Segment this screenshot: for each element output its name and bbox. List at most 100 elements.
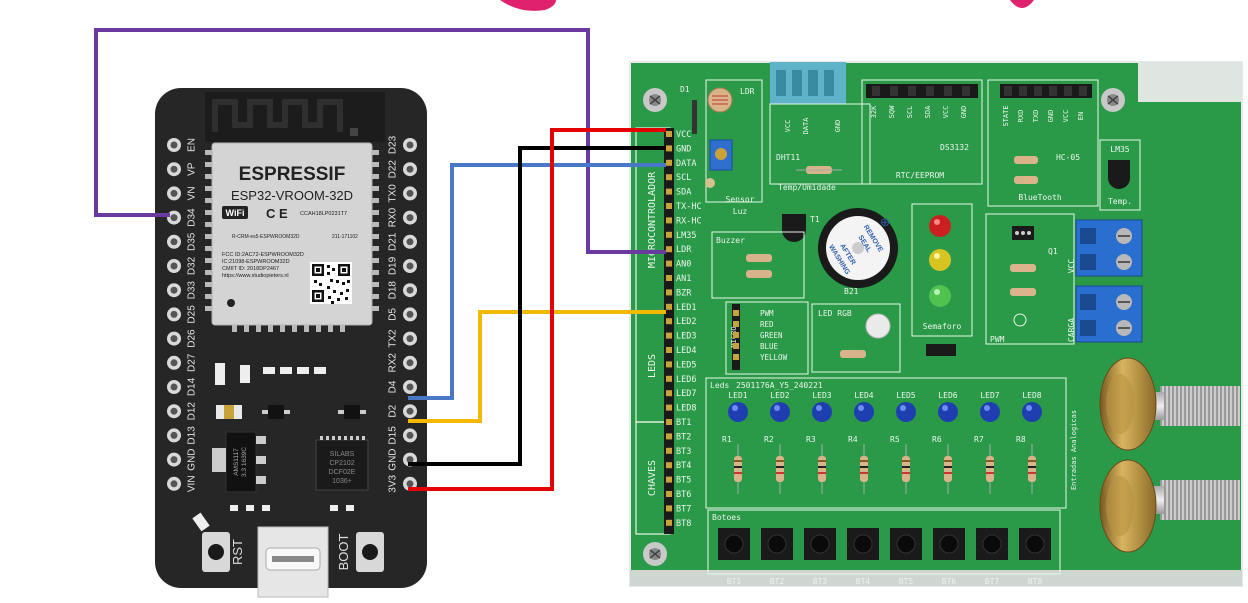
button-label: BT6 (942, 577, 957, 586)
board-pin-label: BT1 (676, 418, 691, 428)
hc05-label: HC-05 (1056, 153, 1080, 162)
buzzer: REMOVE SEAL AFTER WASHING ⊕ (818, 208, 898, 288)
rgb-pin-label: RED (760, 320, 774, 329)
esp32-pin-label: VIN (187, 475, 198, 492)
resistor (818, 456, 826, 482)
ds3132-label: DS3132 (940, 143, 969, 152)
rtc-pin-label: 32K (870, 105, 878, 118)
hc05-pin-label: EN (1077, 112, 1085, 120)
board-pin-label: LED5 (676, 360, 696, 370)
board-pin-label: VCC (676, 130, 691, 140)
usb-chip-line-4: 1036+ (332, 478, 352, 485)
terminal-block-vcc (1075, 219, 1143, 277)
resistor (902, 456, 910, 482)
esp32-pin-label: D22 (388, 160, 399, 179)
buzzer-label: Buzzer (716, 236, 745, 245)
esp32-pin-label: D18 (388, 281, 399, 300)
led-label: LED4 (854, 391, 873, 400)
hc05-pin-label: RXD (1017, 110, 1025, 123)
fcc-label: FCC ID:2AC72-ESPWROOM32D (222, 252, 304, 258)
esp32-pin-label: D32 (187, 256, 198, 275)
button-label: BT5 (899, 577, 914, 586)
group-label-leds: LEDS (647, 354, 658, 378)
wire-blue (408, 163, 666, 400)
resistor (986, 456, 994, 482)
ic-label: IC:21098-ESPWROOM32D (222, 259, 290, 265)
button-label: BT8 (1028, 577, 1043, 586)
esp32-pin-label: 3V3 (388, 474, 399, 492)
regulator-label-2: 3.3 1639C (241, 447, 248, 477)
url-label: https://www.studiopieters.nl (222, 273, 289, 279)
resistor (734, 456, 742, 482)
rgb-pin-label: GREEN (760, 331, 783, 340)
rgb-pin-label: YELLOW (760, 353, 788, 362)
board-pin-label: LED8 (676, 404, 696, 414)
title-fragment-left (500, 0, 556, 11)
esp32-pin-label: D27 (187, 353, 198, 372)
micro-usb-connector (257, 526, 329, 598)
jumper[interactable] (926, 344, 956, 356)
resistor-label: R6 (932, 435, 942, 444)
semaforo-label: Semaforo (923, 322, 962, 331)
temp-umidade-label: Temp/Umidade (778, 183, 836, 192)
board-pin-label: LED4 (676, 346, 696, 356)
board-pin-label: LM35 (676, 231, 696, 241)
id211-label: 211-171102 (332, 234, 358, 240)
led-label: LED5 (896, 391, 915, 400)
board-pin-label: BT6 (676, 490, 691, 500)
entradas-label: Entradas Analogicas (1070, 410, 1078, 490)
rtc-pin-label: GND (960, 106, 968, 119)
rst-label: RST (230, 539, 245, 565)
carga-terminal-label: CARGA (1067, 318, 1076, 342)
transistor-t1 (782, 214, 806, 242)
esp32-pin-label: D21 (388, 232, 399, 251)
dht-pin-data: DATA (802, 117, 810, 135)
resistor (860, 456, 868, 482)
hc05-pin-label: TXD (1032, 110, 1040, 123)
button-label: BT7 (985, 577, 1000, 586)
board-pin-label: GND (676, 144, 691, 154)
leds-title: Leds (710, 381, 729, 390)
board-pin-label: LED3 (676, 332, 696, 342)
module-name: ESP32-VROOM-32D (231, 188, 353, 203)
esp32-pin-label: D25 (187, 305, 198, 324)
board-pin-label: LED2 (676, 317, 696, 327)
esp32-pin-label: D5 (388, 308, 399, 321)
boot-button[interactable] (356, 532, 384, 572)
esp32-pin-label: GND (187, 448, 198, 470)
resistor-label: R1 (722, 435, 732, 444)
vcc-terminal-label: VCC (1067, 259, 1076, 274)
led-label: LED6 (938, 391, 957, 400)
esp32-pin-label: D26 (187, 329, 198, 348)
resistor (944, 456, 952, 482)
esp32-pin-label: VP (187, 162, 198, 176)
ccah-label: CCAH18LP0231T7 (300, 211, 347, 217)
led-label: LED2 (770, 391, 789, 400)
esp32-pin-label: RX0 (388, 207, 399, 227)
rtc-label: RTC/EEPROM (896, 171, 944, 180)
lm35-label: LM35 (1110, 145, 1129, 154)
usb-chip-line-3: DCF02E (329, 469, 356, 476)
board-pin-label: BT7 (676, 504, 691, 514)
esp32-pin-label: D23 (388, 135, 399, 154)
board-pin-label: DATA (676, 159, 696, 169)
ce-mark: C E (266, 206, 288, 221)
q1-label: Q1 (1048, 247, 1058, 256)
resistor (1028, 456, 1036, 482)
rst-button[interactable] (202, 532, 230, 572)
board-pin-label: AN0 (676, 260, 691, 270)
hc05-pin-label: STATE (1002, 105, 1010, 126)
boot-label: BOOT (336, 534, 351, 571)
resistor-label: R8 (1016, 435, 1026, 444)
regulator-label: AMS1117 (233, 448, 240, 476)
ldr-label: LDR (740, 87, 755, 96)
esp32-pin-label: D35 (187, 232, 198, 251)
rtc-pin-label: SQW (888, 105, 896, 118)
esp32-pin-label: D33 (187, 281, 198, 300)
board-pin-label: SDA (676, 188, 691, 198)
terminal-block-carga (1075, 285, 1143, 343)
esp32-pin-label: D34 (187, 208, 198, 227)
esp32-pin-label: RX2 (388, 353, 399, 373)
esp32-pin-label: EN (187, 138, 198, 152)
board-pin-label: LDR (676, 245, 692, 255)
